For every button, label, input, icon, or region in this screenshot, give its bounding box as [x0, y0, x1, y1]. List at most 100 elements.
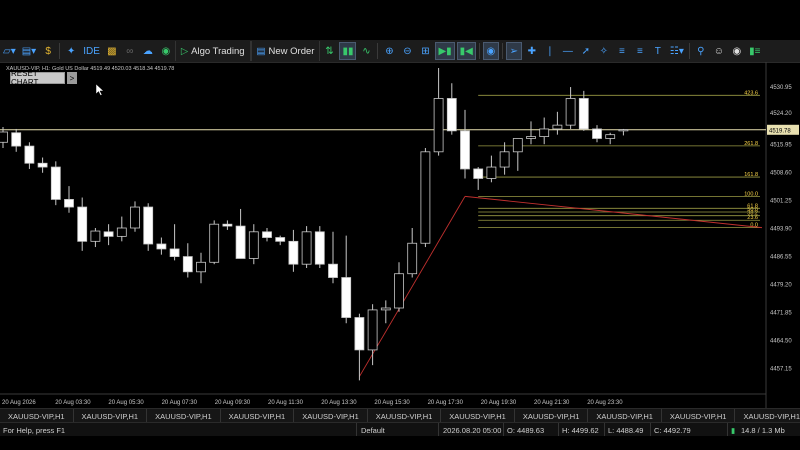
- algo-trading-button[interactable]: ▷ Algo Trading: [174, 41, 251, 61]
- reset-chart-button[interactable]: RESET CHART: [10, 69, 65, 87]
- order-icon: ▤: [256, 45, 266, 57]
- price-chart[interactable]: 0.023.638.250.061.8100.0161.8261.8423.64…: [0, 62, 800, 408]
- candle-body: [565, 98, 576, 126]
- candle-body: [539, 128, 550, 137]
- fib-level-label: 100.0: [744, 191, 758, 197]
- status-bar: For Help, press F1 Default 2026.08.20 05…: [0, 422, 800, 437]
- candle-body: [328, 263, 338, 278]
- fib-level-label: 0.0: [750, 223, 758, 229]
- status-divider: [438, 423, 439, 437]
- chart-tab[interactable]: XAUUSD-VIP,H1: [294, 409, 368, 423]
- time-axis-label: 20 Aug 17:30: [428, 400, 464, 406]
- one-click-trading-icon[interactable]: ⇅: [321, 42, 337, 60]
- fibonacci-icon[interactable]: ≡: [614, 42, 630, 60]
- market-icon[interactable]: ▩: [104, 42, 120, 60]
- account-icon[interactable]: ☺: [711, 42, 727, 60]
- vertical-line-icon[interactable]: ∣: [542, 42, 558, 60]
- algo-trading-label: Algo Trading: [191, 45, 245, 57]
- candle-body: [50, 166, 61, 200]
- status-traffic: 14.8 / 1.3 Mb: [741, 426, 785, 435]
- time-axis-label: 20 Aug 07:30: [162, 400, 198, 406]
- status-high: H: 4499.62: [562, 426, 599, 435]
- arrows-tool-icon[interactable]: ☷▾: [668, 42, 686, 60]
- candle-body: [552, 124, 563, 130]
- chart-tab[interactable]: XAUUSD-VIP,H1: [588, 409, 662, 423]
- chart-tab[interactable]: XAUUSD-VIP,H1: [735, 409, 800, 423]
- connection-icon[interactable]: ▮≡: [747, 42, 763, 60]
- search-icon[interactable]: ⚲: [693, 42, 709, 60]
- cursor-tool-icon[interactable]: ➢: [505, 42, 522, 60]
- fib-level-label: 423.6: [744, 90, 758, 96]
- screenshot-icon[interactable]: ◉: [482, 42, 499, 60]
- horizontal-line-icon[interactable]: —: [560, 42, 576, 60]
- chart-tabs: XAUUSD-VIP,H1 XAUUSD-VIP,H1 XAUUSD-VIP,H1 X…: [0, 408, 800, 423]
- time-axis-label: 20 Aug 15:30: [374, 400, 410, 406]
- channels-icon[interactable]: ≡: [632, 42, 648, 60]
- market-watch-icon[interactable]: $: [40, 42, 56, 60]
- chart-tab[interactable]: XAUUSD-VIP,H1: [441, 409, 515, 423]
- status-close: C: 4492.79: [654, 426, 691, 435]
- fib-level-label: 261.8: [744, 141, 758, 147]
- navigator-icon[interactable]: ✦: [63, 42, 79, 60]
- chart-tab[interactable]: XAUUSD-VIP,H1: [368, 409, 442, 423]
- candle-body: [407, 242, 418, 275]
- chart-tab[interactable]: XAUUSD-VIP,H1: [515, 409, 589, 423]
- price-axis-label: 4464.50: [770, 338, 792, 344]
- chart-tab[interactable]: XAUUSD-VIP,H1: [662, 409, 736, 423]
- templates-icon[interactable]: ▤▾: [20, 42, 38, 60]
- time-axis-label: 20 Aug 13:30: [321, 400, 357, 406]
- candle-body: [394, 273, 404, 309]
- time-axis-label: 20 Aug 09:30: [215, 400, 251, 406]
- time-axis-label: 20 Aug 23:30: [587, 400, 623, 406]
- candle-body: [433, 98, 444, 153]
- zoom-in-icon[interactable]: ⊕: [381, 42, 397, 60]
- chart-tab[interactable]: XAUUSD-VIP,H1: [74, 409, 148, 423]
- candle-body: [222, 223, 233, 227]
- price-axis-label: 4457.15: [770, 366, 792, 372]
- community-icon[interactable]: ◉: [729, 42, 745, 60]
- status-divider: [650, 423, 651, 437]
- candle-body: [380, 307, 391, 311]
- profile-name[interactable]: Default: [361, 426, 385, 435]
- auto-scroll-icon[interactable]: ▶▮: [435, 42, 455, 60]
- candle-body: [526, 136, 536, 139]
- signals-icon[interactable]: ∞: [122, 42, 138, 60]
- new-order-button[interactable]: ▤ New Order: [250, 41, 321, 61]
- new-order-label: New Order: [268, 45, 315, 57]
- cloud-icon[interactable]: ☁: [140, 42, 156, 60]
- chart-shift-icon[interactable]: ▮◀: [456, 42, 476, 60]
- chart-tab[interactable]: XAUUSD-VIP,H1: [221, 409, 295, 423]
- price-axis-label: 4479.20: [770, 282, 792, 288]
- candle-body: [354, 317, 365, 351]
- candle-body: [11, 132, 22, 147]
- candle-body: [90, 230, 101, 242]
- line-chart-icon[interactable]: ∿: [358, 42, 374, 60]
- help-text: For Help, press F1: [3, 426, 66, 435]
- crosshair-icon[interactable]: ✚: [524, 42, 540, 60]
- ide-button[interactable]: IDE: [81, 42, 102, 60]
- chart-tab[interactable]: XAUUSD-VIP,H1: [0, 409, 74, 423]
- candle-body: [235, 225, 246, 259]
- text-tool-icon[interactable]: T: [650, 42, 666, 60]
- shapes-icon[interactable]: ✧: [596, 42, 612, 60]
- chart-type-icon[interactable]: ▱▾: [1, 42, 18, 60]
- candle-body: [512, 138, 523, 153]
- chart-tab[interactable]: XAUUSD-VIP,H1: [147, 409, 221, 423]
- vps-icon[interactable]: ◉: [158, 42, 174, 60]
- expand-arrow-button[interactable]: >: [67, 72, 77, 84]
- toolbar-separator: [501, 43, 503, 59]
- candle-body: [618, 129, 629, 132]
- price-axis-label: 4508.60: [770, 170, 792, 176]
- trendline-icon[interactable]: ➚: [578, 42, 594, 60]
- candle-body: [499, 151, 510, 168]
- price-axis-label: 4486.55: [770, 254, 792, 260]
- chart-area[interactable]: 0.0 23.6 38.2 50.0 61.8 100.0 161.8 261.8 423.6 4…: [0, 62, 800, 408]
- time-axis-label: 20 Aug 11:30: [268, 400, 304, 406]
- bar-chart-icon[interactable]: ▮▮: [339, 42, 357, 60]
- tile-windows-icon[interactable]: ⊞: [417, 42, 433, 60]
- zoom-out-icon[interactable]: ⊖: [399, 42, 415, 60]
- price-axis-label: 4524.20: [770, 111, 792, 117]
- candle-body: [0, 131, 8, 143]
- candle-body: [143, 206, 154, 245]
- candle-body: [103, 231, 114, 237]
